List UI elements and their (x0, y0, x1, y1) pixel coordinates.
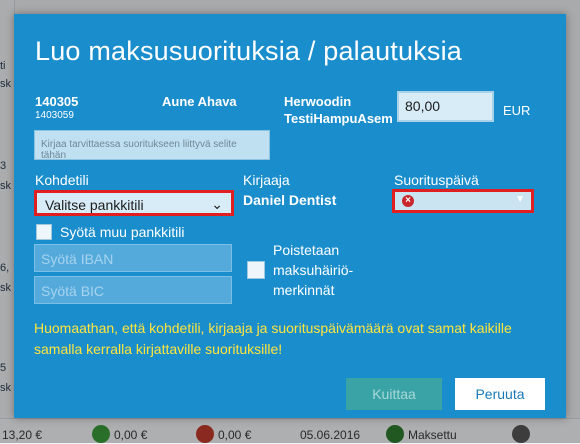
note-input[interactable]: Kirjaa tarvittaessa suoritukseen liittyv… (34, 130, 270, 161)
account-select-value: Valitse pankkitili (45, 197, 144, 213)
bic-input[interactable]: Syötä BIC (34, 276, 232, 304)
payment-date-label: Suorituspäivä (394, 172, 479, 188)
error-icon: × (402, 195, 414, 207)
payment-dialog: Luo maksusuorituksia / palautuksia 14030… (14, 14, 566, 418)
remove-disturbance-checkbox[interactable] (247, 261, 265, 279)
remove-disturbance-line3: merkinnät (273, 282, 335, 298)
recorder-value: Daniel Dentist (243, 192, 337, 208)
account-select[interactable]: Valitse pankkitili ⌄ (34, 190, 234, 216)
recorder-label: Kirjaaja (243, 172, 290, 188)
cancel-button[interactable]: Peruuta (455, 378, 545, 410)
remove-disturbance-line2: maksuhäiriö- (273, 262, 354, 278)
other-account-checkbox[interactable] (36, 224, 52, 240)
invoice-reference: 1403059 (35, 110, 74, 121)
dialog-title: Luo maksusuorituksia / palautuksia (35, 36, 463, 66)
target-name-line1: Herwoodin (284, 94, 352, 109)
payer-name: Aune Ahava (162, 94, 237, 109)
iban-input[interactable]: Syötä IBAN (34, 244, 232, 272)
confirm-button[interactable]: Kuittaa (346, 378, 442, 410)
remove-disturbance-line1: Poistetaan (273, 242, 340, 258)
invoice-number: 140305 (35, 94, 79, 109)
other-account-label: Syötä muu pankkitili (60, 224, 185, 240)
account-label: Kohdetili (35, 172, 89, 188)
payment-date-picker[interactable]: × ▼ (392, 189, 534, 213)
chevron-down-icon: ⌄ (211, 196, 223, 212)
target-name-line2: TestiHampuAsem (284, 111, 393, 126)
currency-label: EUR (503, 103, 531, 118)
date-dropdown-icon: ▼ (515, 194, 525, 205)
amount-input[interactable]: 80,00 (397, 91, 494, 122)
notice-text: Huomaathan, että kohdetili, kirjaaja ja … (34, 320, 512, 357)
